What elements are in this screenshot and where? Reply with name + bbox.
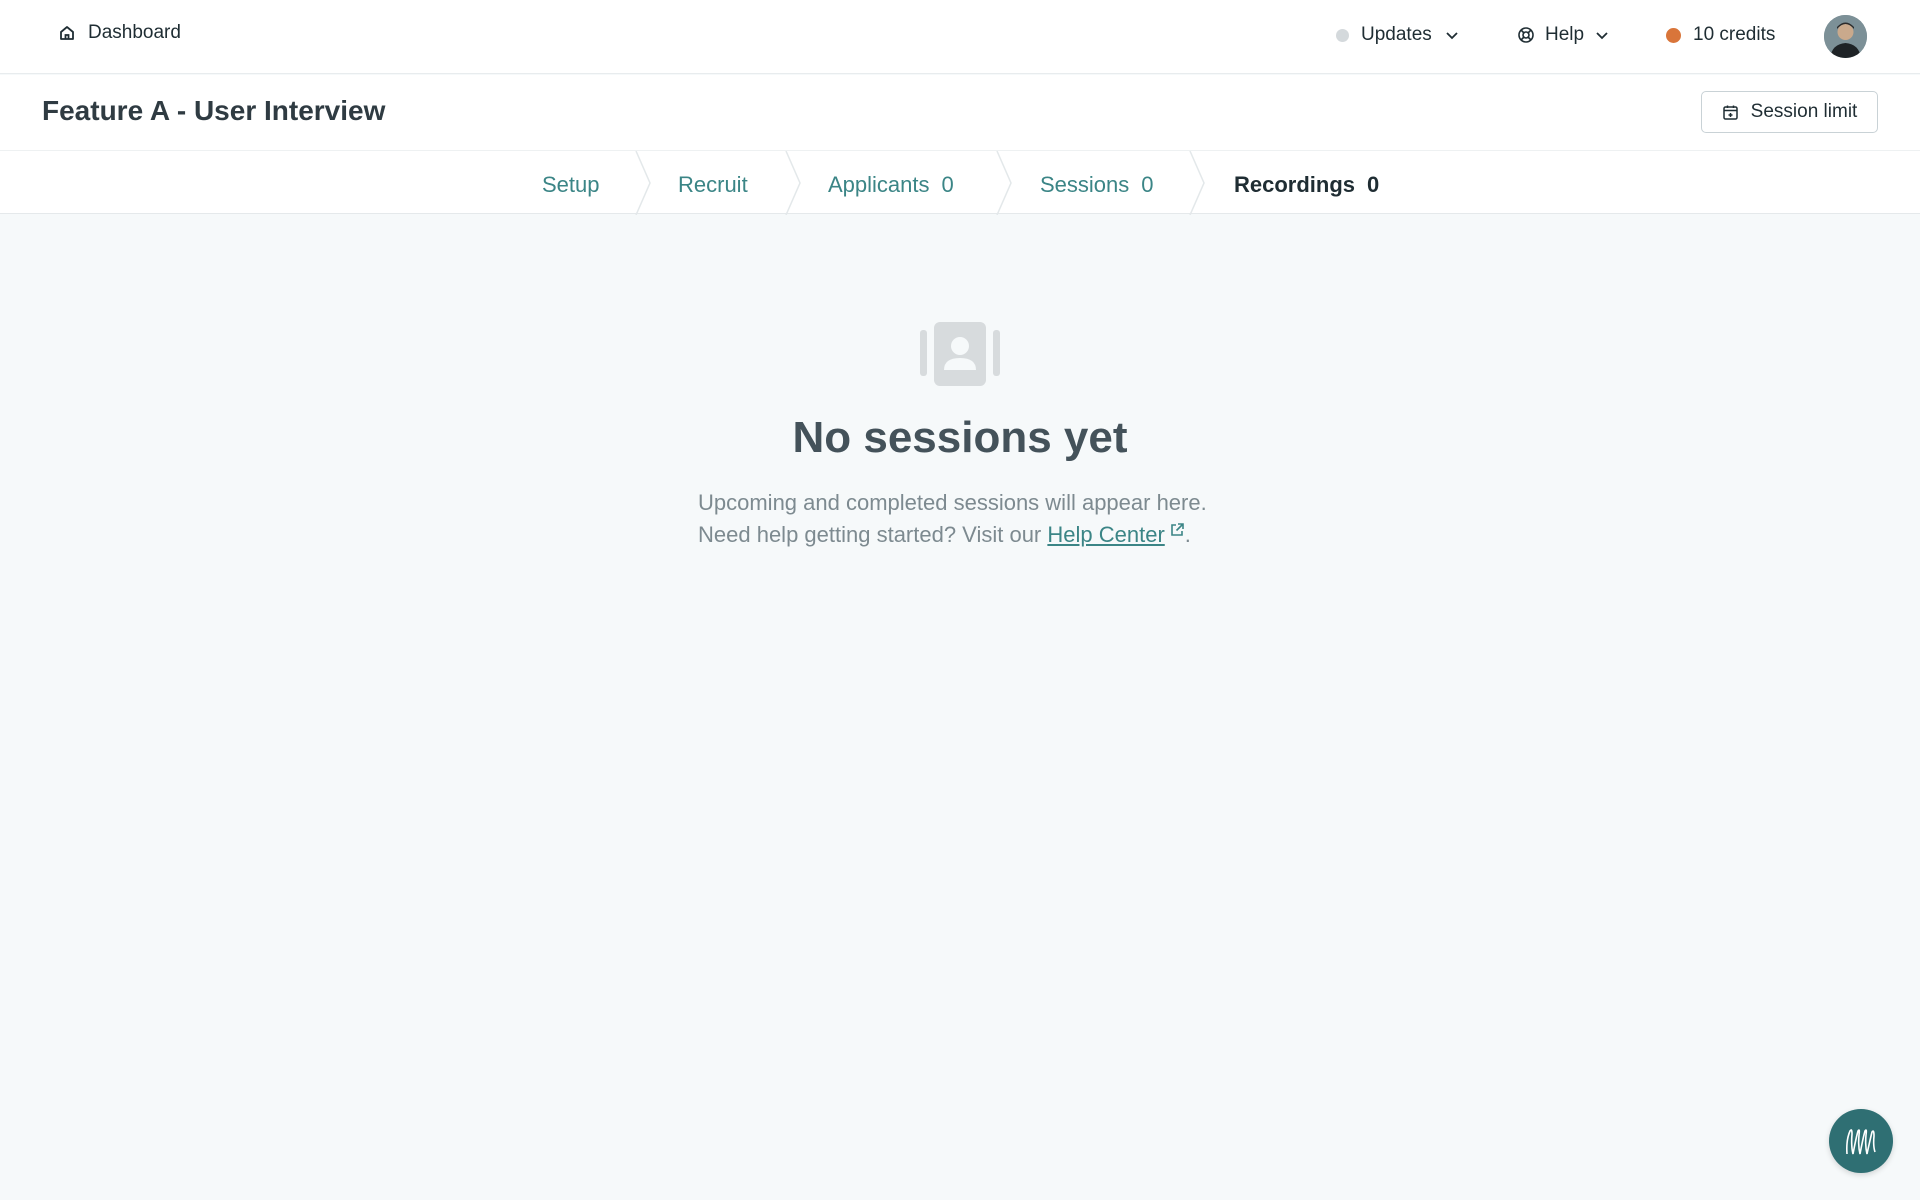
help-center-link[interactable]: Help Center [1047,522,1164,547]
external-link-icon [1170,523,1184,536]
empty-state-title: No sessions yet [792,413,1128,462]
home-icon [60,26,74,40]
tab-recordings[interactable]: Recordings 0 [1234,172,1379,198]
calendar-icon [1722,105,1738,120]
credits-icon [1666,27,1681,43]
tab-applicants[interactable]: Applicants 0 [828,172,954,198]
chat-launcher-button[interactable] [1829,1109,1893,1173]
contact-book-icon [920,322,1000,386]
dashboard-label: Dashboard [88,22,181,43]
page-title: Feature A - User Interview [42,95,386,126]
help-menu[interactable]: Help [1517,24,1610,46]
tab-setup[interactable]: Setup [542,172,600,198]
tab-count: 0 [941,172,954,197]
updates-label: Updates [1361,24,1432,45]
tab-sessions[interactable]: Sessions 0 [1040,172,1154,198]
lifebuoy-icon [1518,27,1534,43]
tab-count: 0 [1141,172,1154,197]
chevron-down-icon [1596,32,1608,40]
chevron-down-icon [1446,32,1458,40]
session-limit-button[interactable]: Session limit [1701,91,1878,133]
step-separator [635,151,651,215]
tab-count: 0 [1367,172,1380,197]
dashboard-link[interactable]: Dashboard [58,22,181,44]
empty-state-description: Upcoming and completed sessions will app… [698,490,1207,515]
tab-label: Applicants [828,172,930,197]
empty-state-help-text: Need help getting started? Visit our Hel… [698,522,1191,548]
credits-indicator[interactable]: 10 credits [1666,24,1775,46]
session-limit-label: Session limit [1750,101,1858,122]
top-navigation-bar: Dashboard Updates Help 10 credits [0,0,1920,74]
tab-label: Setup [542,172,600,197]
updates-menu[interactable]: Updates [1336,24,1460,46]
study-steps-tabs: Setup Recruit Applicants 0 Sessions 0 Reco… [0,150,1920,215]
help-text-prefix: Need help getting started? Visit our [698,522,1048,547]
tab-label: Recordings [1234,172,1356,197]
tab-recruit[interactable]: Recruit [678,172,748,198]
study-header: Feature A - User Interview Session limit [0,75,1920,150]
credits-label: 10 credits [1693,24,1776,45]
step-separator [1189,151,1205,215]
updates-status-dot [1336,28,1349,42]
tab-label: Recruit [678,172,748,197]
chat-icon [1846,1129,1876,1155]
avatar[interactable] [1824,15,1867,58]
help-text-suffix: . [1184,522,1191,547]
step-separator [785,151,801,215]
tab-label: Sessions [1040,172,1130,197]
help-label: Help [1545,24,1585,45]
step-separator [996,151,1012,215]
